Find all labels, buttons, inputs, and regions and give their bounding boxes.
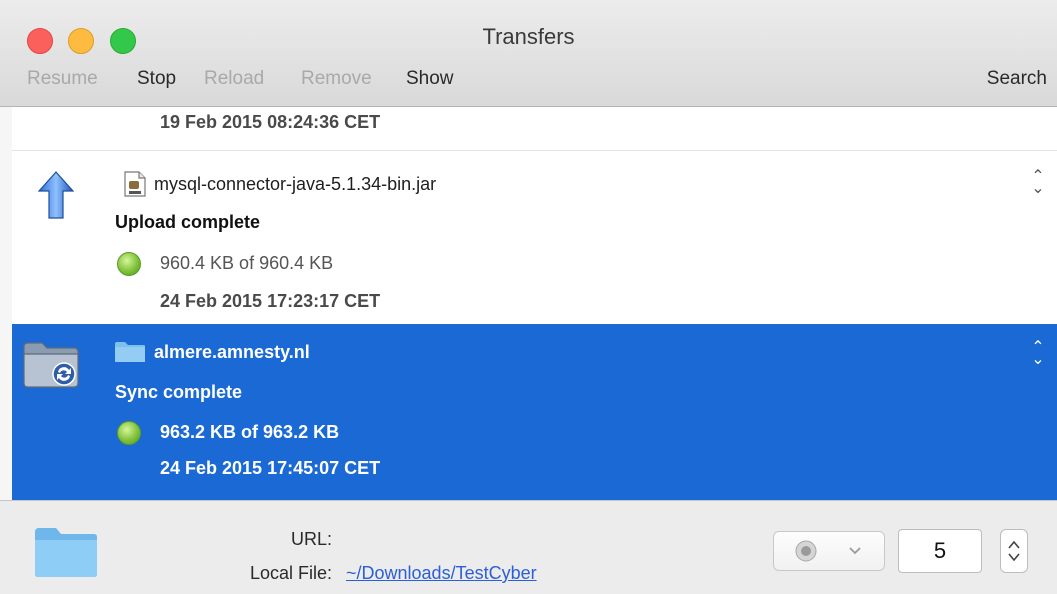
transfer-date: 19 Feb 2015 08:24:36 CET (160, 112, 381, 132)
remove-button[interactable]: Remove (301, 68, 372, 90)
connections-stepper[interactable] (1000, 529, 1028, 573)
transfer-row[interactable]: mysql-connector-java-5.1.34-bin.jar Uplo… (12, 151, 1057, 324)
local-file-link[interactable]: ~/Downloads/TestCyber (346, 563, 537, 584)
reload-button[interactable]: Reload (204, 68, 264, 90)
transfer-filename: almere.amnesty.nl (154, 342, 310, 362)
show-button[interactable]: Show (406, 68, 454, 90)
transfer-filename: mysql-connector-java-5.1.34-bin.jar (154, 174, 437, 194)
transfer-size: 963.2 KB of 963.2 KB (160, 422, 340, 442)
transfer-row-selected[interactable]: almere.amnesty.nl Sync complete 963.2 KB… (12, 324, 1057, 500)
jar-file-icon (124, 171, 146, 197)
chevron-down-icon (849, 547, 861, 555)
connections-field[interactable]: 5 (898, 529, 982, 573)
transfer-date: 24 Feb 2015 17:45:07 CET (160, 458, 381, 478)
status-ok-icon (117, 252, 141, 276)
stepper-arrows-icon (1008, 540, 1020, 562)
title-bar: Transfers Resume Stop Reload Remove Show… (0, 0, 1057, 107)
gauge-icon (795, 540, 817, 562)
chevron-updown-icon[interactable]: ⌃ ⌄ (1031, 340, 1045, 368)
window-title: Transfers (482, 24, 575, 49)
url-label: URL: (290, 529, 332, 549)
details-panel: URL: Local File: ~/Downloads/TestCyber 5 (0, 500, 1057, 594)
chevron-updown-icon[interactable]: ⌃ ⌄ (1031, 169, 1045, 197)
transfers-window: Transfers Resume Stop Reload Remove Show… (0, 0, 1057, 594)
transfer-status: Sync complete (115, 382, 243, 402)
transfer-row[interactable]: 19 Feb 2015 08:24:36 CET (12, 107, 1057, 151)
stop-button[interactable]: Stop (137, 68, 176, 90)
folder-icon (115, 342, 145, 362)
local-file-label: Local File: (249, 563, 332, 583)
resume-button[interactable]: Resume (27, 68, 98, 90)
sync-folder-icon (23, 342, 79, 388)
bandwidth-popup-button[interactable] (773, 531, 885, 571)
transfer-list[interactable]: 19 Feb 2015 08:24:36 CET mysql-connector… (12, 107, 1057, 500)
transfer-status: Upload complete (115, 212, 261, 232)
transfer-date: 24 Feb 2015 17:23:17 CET (160, 291, 381, 311)
upload-arrow-icon (38, 171, 74, 219)
transfer-size: 960.4 KB of 960.4 KB (160, 253, 334, 273)
status-ok-icon (117, 421, 141, 445)
search-button[interactable]: Search (987, 68, 1047, 90)
folder-icon[interactable] (34, 526, 98, 578)
